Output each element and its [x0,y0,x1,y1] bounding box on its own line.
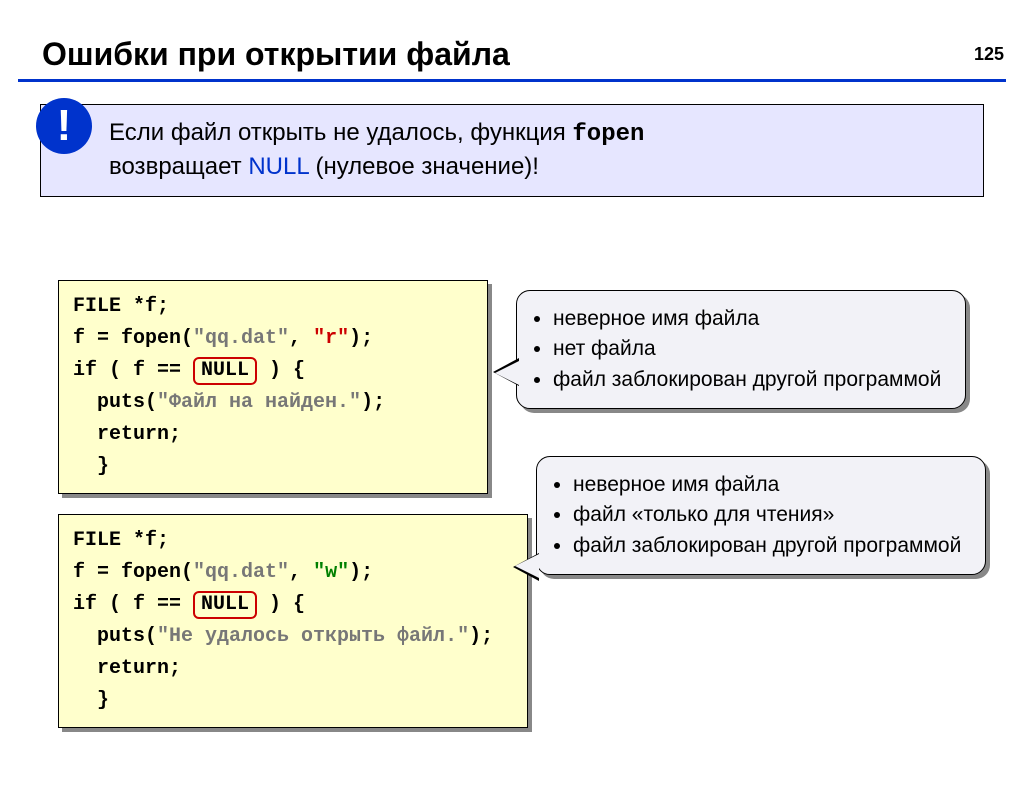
alert-box: ! Если файл открыть не удалось, функция … [40,104,984,197]
code-block-read: FILE *f; f = fopen("qq.dat", "r"); if ( … [58,280,488,494]
code-null: NULL [193,591,257,619]
list-item: файл «только для чтения» [573,501,967,529]
alert-suffix: (нулевое значение)! [309,153,539,180]
alert-func: fopen [572,121,644,148]
callout-list: неверное имя файла файл «только для чтен… [551,471,967,560]
code-line: f = fopen( [73,561,193,584]
code-mode: "r" [313,327,349,350]
code-null: NULL [193,357,257,385]
code-line: } [73,689,109,712]
callout-tail [495,361,519,385]
alert-text: Если файл открыть не удалось, функция fo… [40,104,984,197]
list-item: неверное имя файла [573,471,967,499]
code-line: ); [349,327,373,350]
callout-tail [515,554,539,578]
code-block-write: FILE *f; f = fopen("qq.dat", "w"); if ( … [58,514,528,728]
alert-null: NULL [248,153,308,180]
code-string: "qq.dat" [193,327,289,350]
code-line: f = fopen( [73,327,193,350]
code-line: return; [73,657,181,680]
code-line: puts( [73,391,157,414]
code-line: return; [73,423,181,446]
code-line: if ( f == [73,359,193,382]
code-line: } [73,455,109,478]
list-item: файл заблокирован другой программой [553,366,947,394]
exclamation-icon: ! [36,98,92,154]
code-line: , [289,327,313,350]
list-item: файл заблокирован другой программой [573,532,967,560]
alert-prefix: Если файл открыть не удалось, функция [109,119,572,146]
code-line: ); [349,561,373,584]
code-line: FILE *f; [73,529,169,552]
code-line: ) { [257,359,305,382]
code-line: ) { [257,593,305,616]
code-string: "Не удалось открыть файл." [157,625,469,648]
callout-write-errors: неверное имя файла файл «только для чтен… [536,456,986,575]
code-line: FILE *f; [73,295,169,318]
code-line: , [289,561,313,584]
list-item: нет файла [553,335,947,363]
callout-list: неверное имя файла нет файла файл заблок… [531,305,947,394]
list-item: неверное имя файла [553,305,947,333]
title-rule [18,79,1006,82]
alert-mid: возвращает [109,153,248,180]
code-string: "Файл на найден." [157,391,361,414]
code-line: puts( [73,625,157,648]
code-line: ); [469,625,493,648]
code-string: "qq.dat" [193,561,289,584]
code-line: ); [361,391,385,414]
page-number: 125 [974,44,1004,65]
code-line: if ( f == [73,593,193,616]
page-title: Ошибки при открытии файла [42,36,1024,73]
code-mode: "w" [313,561,349,584]
callout-read-errors: неверное имя файла нет файла файл заблок… [516,290,966,409]
